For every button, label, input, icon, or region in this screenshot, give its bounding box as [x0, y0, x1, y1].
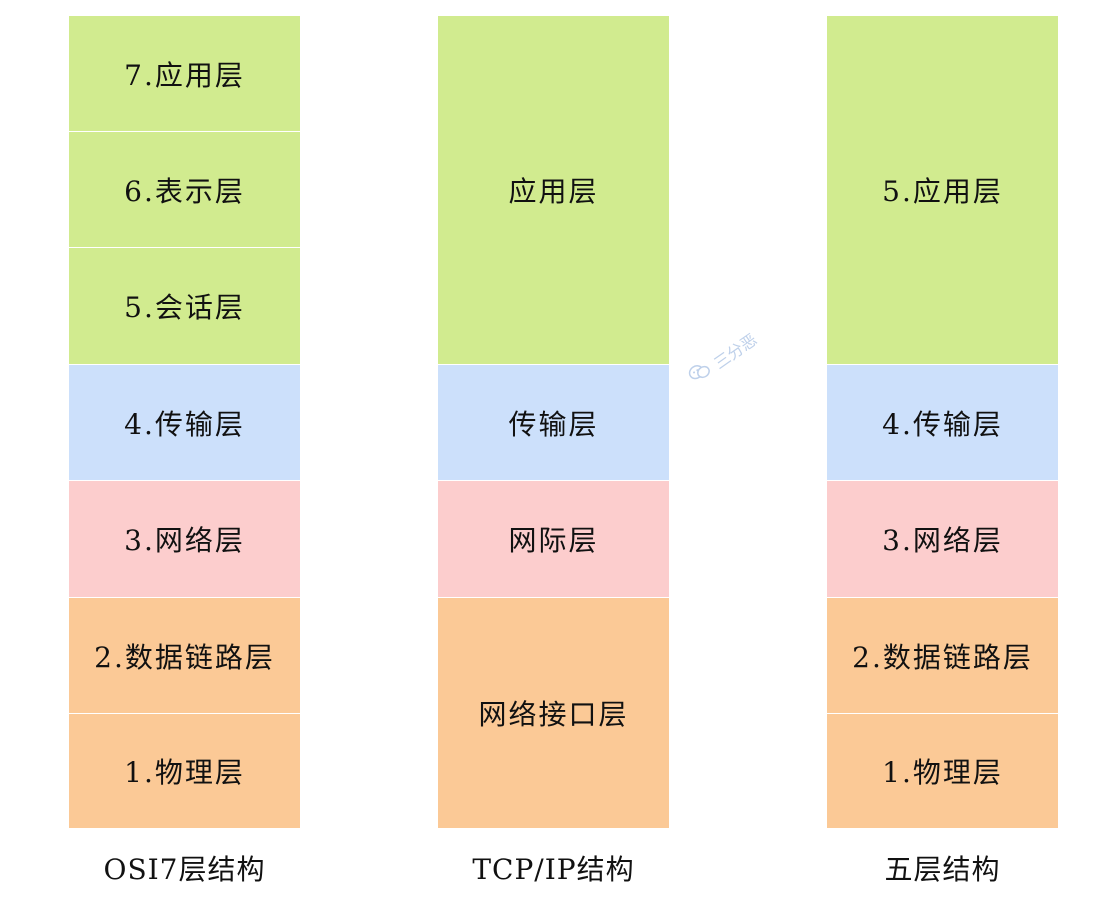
tcpip-layer-transport: 传输层	[438, 365, 669, 480]
five-layer-application: 5.应用层	[827, 16, 1058, 364]
osi-layer-application: 7.应用层	[69, 16, 300, 131]
osi-caption: OSI7层结构	[103, 853, 266, 886]
watermark: 三分恶	[681, 289, 810, 396]
osi-layer-presentation: 6.表示层	[69, 132, 300, 247]
osi-layer-transport: 4.传输层	[69, 365, 300, 480]
tcpip-layer-network-interface: 网络接口层	[438, 598, 669, 828]
tcpip-model-column: 应用层 传输层 网际层 网络接口层	[438, 16, 669, 828]
five-layer-network: 3.网络层	[827, 481, 1058, 597]
osi-layer-session: 5.会话层	[69, 248, 300, 364]
osi-layer-data-link: 2.数据链路层	[69, 598, 300, 713]
five-layer-caption: 五层结构	[884, 853, 1001, 886]
five-layer-model-column: 5.应用层 4.传输层 3.网络层 2.数据链路层 1.物理层	[827, 16, 1058, 828]
osi-layer-physical: 1.物理层	[69, 714, 300, 828]
five-layer-data-link: 2.数据链路层	[827, 598, 1058, 713]
five-layer-physical: 1.物理层	[827, 714, 1058, 828]
osi-layer-network: 3.网络层	[69, 481, 300, 597]
watermark-text: 三分恶	[710, 329, 761, 373]
tcpip-layer-internet: 网际层	[438, 481, 669, 597]
osi-model-column: 7.应用层 6.表示层 5.会话层 4.传输层 3.网络层 2.数据链路层 1.…	[69, 16, 300, 828]
tcpip-layer-application: 应用层	[438, 16, 669, 364]
tcpip-caption: TCP/IP结构	[472, 853, 635, 886]
five-layer-transport: 4.传输层	[827, 365, 1058, 480]
